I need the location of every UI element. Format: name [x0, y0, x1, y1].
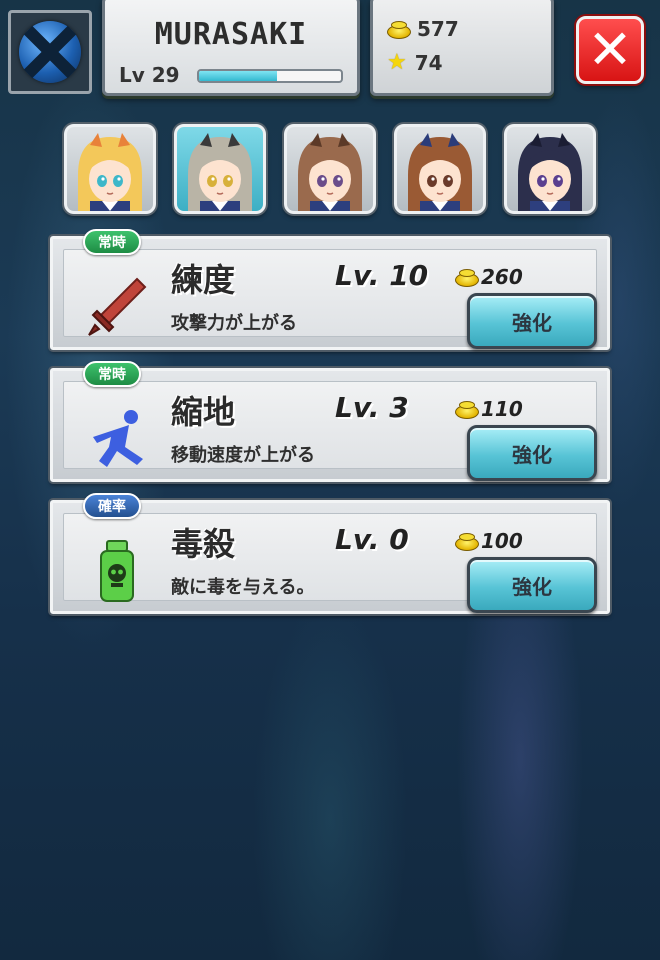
skill-card: 縮地 Lv. 3 110 移動速度が上がる 強化 常時	[50, 361, 610, 482]
character-portrait-4[interactable]	[394, 124, 486, 214]
skill-card-body: 毒殺 Lv. 0 100 敵に毒を与える。 強化	[63, 513, 597, 613]
star-value: 74	[414, 51, 443, 75]
upgrade-button[interactable]: 強化	[467, 425, 597, 481]
skill-card-body: 縮地 Lv. 3 110 移動速度が上がる 強化	[63, 381, 597, 481]
skill-cost: 110	[455, 397, 523, 421]
character-portrait-3[interactable]	[284, 124, 376, 214]
exp-bar	[197, 69, 343, 83]
skill-cost-value: 100	[481, 529, 523, 553]
character-portrait-2[interactable]	[174, 124, 266, 214]
skill-cost-value: 110	[481, 397, 523, 421]
skill-name: 縮地	[171, 393, 236, 431]
character-face-icon	[298, 133, 362, 211]
coin-icon	[387, 21, 411, 39]
character-face-icon	[78, 133, 142, 211]
character-face-icon	[188, 133, 252, 211]
coin-value: 577	[417, 17, 459, 41]
skill-description: 移動速度が上がる	[171, 445, 315, 466]
character-portrait-5[interactable]	[504, 124, 596, 214]
skill-card: 練度 Lv. 10 260 攻撃力が上がる 強化 常時	[50, 229, 610, 350]
character-portrait-1[interactable]	[64, 124, 156, 214]
coin-icon	[455, 401, 479, 419]
upgrade-button[interactable]: 強化	[467, 557, 597, 613]
currency-panel: 577 ★ 74	[370, 0, 554, 96]
upgrade-button[interactable]: 強化	[467, 293, 597, 349]
player-name: MURASAKI	[154, 17, 308, 52]
star-icon: ★	[387, 50, 407, 75]
skill-level: Lv. 3	[335, 391, 409, 424]
skill-type-badge: 常時	[83, 361, 141, 387]
skill-name: 練度	[171, 261, 236, 299]
skill-name: 毒殺	[171, 525, 236, 563]
skill-cost: 260	[455, 265, 523, 289]
skill-card: 毒殺 Lv. 0 100 敵に毒を与える。 強化 確率	[50, 493, 610, 614]
close-button[interactable]: ✕	[576, 16, 644, 84]
emblem-icon	[19, 21, 81, 83]
skill-level: Lv. 0	[335, 523, 409, 556]
skill-cost: 100	[455, 529, 523, 553]
player-info-panel: MURASAKI Lv 29	[102, 0, 360, 96]
skill-description: 攻撃力が上がる	[171, 313, 297, 334]
character-face-icon	[408, 133, 472, 211]
sword-icon	[88, 277, 147, 336]
skill-level: Lv. 10	[335, 259, 429, 292]
skill-type-badge: 確率	[83, 493, 141, 519]
player-level: Lv 29	[119, 63, 180, 87]
player-avatar[interactable]	[8, 10, 92, 94]
poison-bottle-icon	[100, 540, 134, 602]
exp-bar-fill	[199, 71, 278, 81]
skill-type-badge: 常時	[83, 229, 141, 255]
coin-icon	[455, 269, 479, 287]
skill-card-body: 練度 Lv. 10 260 攻撃力が上がる 強化	[63, 249, 597, 349]
coin-icon	[455, 533, 479, 551]
coin-counter: 577	[387, 17, 459, 41]
character-face-icon	[518, 133, 582, 211]
running-figure-icon	[93, 410, 143, 467]
skill-cost-value: 260	[481, 265, 523, 289]
skill-description: 敵に毒を与える。	[171, 577, 315, 598]
star-counter: ★ 74	[387, 51, 443, 75]
